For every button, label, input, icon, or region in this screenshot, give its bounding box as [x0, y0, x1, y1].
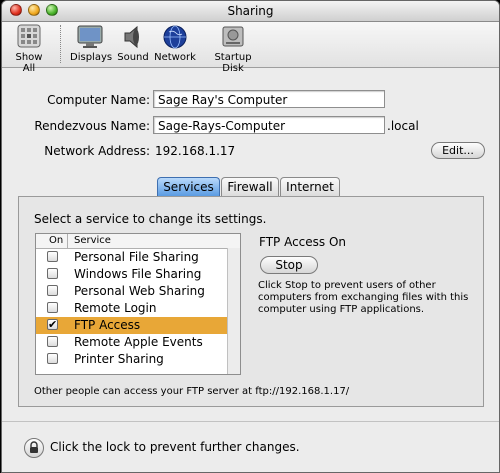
list-item[interactable]: Remote Apple Events	[36, 334, 228, 351]
service-label: Windows File Sharing	[74, 267, 202, 281]
lock-icon	[28, 441, 40, 457]
toolbar: Show All Displays Sound Network Startup …	[2, 22, 499, 74]
title-bar: Sharing	[2, 1, 499, 22]
service-checkbox[interactable]	[47, 302, 58, 313]
zoom-button[interactable]	[46, 4, 58, 16]
list-item[interactable]: Windows File Sharing	[36, 266, 228, 283]
toolbar-label: Sound	[117, 52, 149, 63]
computer-name-label: Computer Name:	[47, 93, 150, 107]
service-label: FTP Access	[74, 318, 141, 332]
service-label: Personal Web Sharing	[74, 284, 205, 298]
rendezvous-name-field[interactable]: Sage-Rays-Computer	[153, 116, 385, 134]
tab-internet[interactable]: Internet	[280, 177, 340, 196]
minimize-button[interactable]	[28, 4, 40, 16]
toolbar-label: Displays	[70, 52, 113, 63]
service-label: Printer Sharing	[74, 352, 164, 366]
list-item[interactable]: Remote Login	[36, 300, 228, 317]
toolbar-show-all[interactable]: Show All	[9, 24, 49, 74]
services-prompt: Select a service to change its settings.	[34, 212, 267, 226]
list-item[interactable]: Personal File Sharing	[36, 249, 228, 266]
toolbar-sound[interactable]: Sound	[116, 24, 150, 63]
hard-disk-icon	[219, 24, 247, 50]
service-checkbox[interactable]	[47, 353, 58, 364]
toolbar-separator	[60, 25, 61, 63]
show-all-icon	[15, 24, 43, 50]
service-checkbox[interactable]	[47, 285, 58, 296]
services-list: On Service Personal File Sharing Windows…	[35, 233, 241, 375]
computer-name-field[interactable]: Sage Ray's Computer	[153, 90, 385, 108]
list-item-selected[interactable]: FTP Access	[36, 316, 228, 334]
window-title: Sharing	[227, 4, 274, 18]
rendezvous-suffix: .local	[387, 119, 419, 133]
stop-description: Click Stop to prevent users of other com…	[258, 280, 469, 315]
service-checkbox-checked[interactable]	[47, 316, 58, 333]
service-checkbox[interactable]	[47, 336, 58, 347]
service-status-title: FTP Access On	[259, 235, 347, 249]
column-on[interactable]: On	[49, 234, 63, 248]
service-label: Remote Login	[74, 301, 157, 315]
speaker-icon	[119, 24, 147, 50]
toolbar-label: Startup Disk	[214, 52, 252, 74]
list-item[interactable]: Printer Sharing	[36, 351, 228, 368]
service-checkbox[interactable]	[47, 251, 58, 262]
network-address-value: 192.168.1.17	[155, 144, 236, 158]
globe-icon	[161, 24, 189, 50]
list-item[interactable]: Personal Web Sharing	[36, 283, 228, 300]
close-button[interactable]	[10, 4, 22, 16]
sharing-window: Sharing Show All Displays Sound Network …	[1, 0, 500, 473]
service-checkbox[interactable]	[47, 268, 58, 279]
lock-button[interactable]	[24, 438, 44, 458]
displays-icon	[76, 24, 104, 50]
column-service[interactable]: Service	[74, 234, 111, 248]
service-label: Personal File Sharing	[74, 250, 199, 264]
rendezvous-name-label: Rendezvous Name:	[34, 119, 150, 133]
toolbar-label: Network	[154, 52, 196, 63]
toolbar-label: Show All	[15, 52, 43, 74]
lock-message: Click the lock to prevent further change…	[50, 440, 300, 454]
ftp-address-note: Other people can access your FTP server …	[34, 386, 350, 397]
tab-services[interactable]: Services	[157, 177, 220, 196]
tab-firewall[interactable]: Firewall	[221, 177, 279, 196]
service-label: Remote Apple Events	[74, 335, 203, 349]
toolbar-displays[interactable]: Displays	[70, 24, 113, 63]
network-address-label: Network Address:	[44, 144, 150, 158]
toolbar-startup-disk[interactable]: Startup Disk	[204, 24, 262, 74]
stop-button[interactable]: Stop	[260, 256, 318, 274]
toolbar-network[interactable]: Network	[154, 24, 196, 63]
list-scrollbar[interactable]	[227, 248, 240, 374]
list-header: On Service	[36, 234, 240, 249]
edit-button[interactable]: Edit...	[431, 142, 485, 159]
